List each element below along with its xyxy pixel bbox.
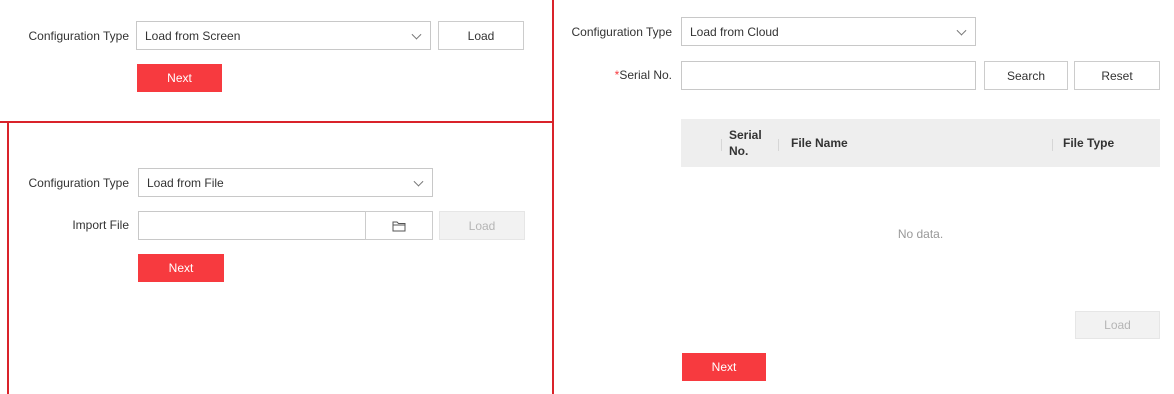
config-type-select[interactable]: Load from Screen xyxy=(136,21,431,50)
serial-no-label: *Serial No. xyxy=(558,68,672,82)
browse-button[interactable] xyxy=(365,211,433,240)
column-separator xyxy=(721,139,722,151)
config-type-label: Configuration Type xyxy=(571,25,672,39)
column-header-file-type[interactable]: File Type xyxy=(1063,136,1114,150)
config-type-value: Load from Screen xyxy=(145,28,241,43)
load-button[interactable]: Load xyxy=(438,21,524,50)
config-type-select[interactable]: Load from File xyxy=(138,168,433,197)
config-type-value: Load from Cloud xyxy=(690,24,779,39)
serial-no-label-text: Serial No. xyxy=(619,68,672,82)
table-header: Serial No. File Name File Type xyxy=(681,119,1160,167)
search-button[interactable]: Search xyxy=(984,61,1068,90)
next-button[interactable]: Next xyxy=(682,353,766,381)
config-type-value: Load from File xyxy=(147,175,224,190)
load-button[interactable]: Load xyxy=(439,211,525,240)
load-button[interactable]: Load xyxy=(1075,311,1160,339)
import-file-input[interactable] xyxy=(138,211,366,240)
column-header-file-name[interactable]: File Name xyxy=(791,136,848,150)
import-file-label: Import File xyxy=(72,218,129,232)
panel-load-from-cloud: Configuration Type Load from Cloud *Seri… xyxy=(554,0,1174,394)
next-button[interactable]: Next xyxy=(138,254,224,282)
folder-icon xyxy=(392,221,406,231)
serial-no-input[interactable] xyxy=(681,61,976,90)
config-type-label: Configuration Type xyxy=(28,29,129,43)
column-separator xyxy=(778,139,779,151)
chevron-down-icon xyxy=(956,25,967,36)
column-header-serial-no[interactable]: Serial No. xyxy=(729,127,771,159)
config-type-select[interactable]: Load from Cloud xyxy=(681,17,976,46)
panel-load-from-file: Configuration Type Load from File Import… xyxy=(0,123,552,394)
next-button[interactable]: Next xyxy=(137,64,222,92)
column-separator xyxy=(1052,139,1053,151)
config-type-label: Configuration Type xyxy=(28,176,129,190)
chevron-down-icon xyxy=(413,176,424,187)
panel-load-from-screen: Configuration Type Load from Screen Load… xyxy=(0,0,552,121)
chevron-down-icon xyxy=(411,29,422,40)
table-empty-text: No data. xyxy=(897,227,944,241)
reset-button[interactable]: Reset xyxy=(1074,61,1160,90)
